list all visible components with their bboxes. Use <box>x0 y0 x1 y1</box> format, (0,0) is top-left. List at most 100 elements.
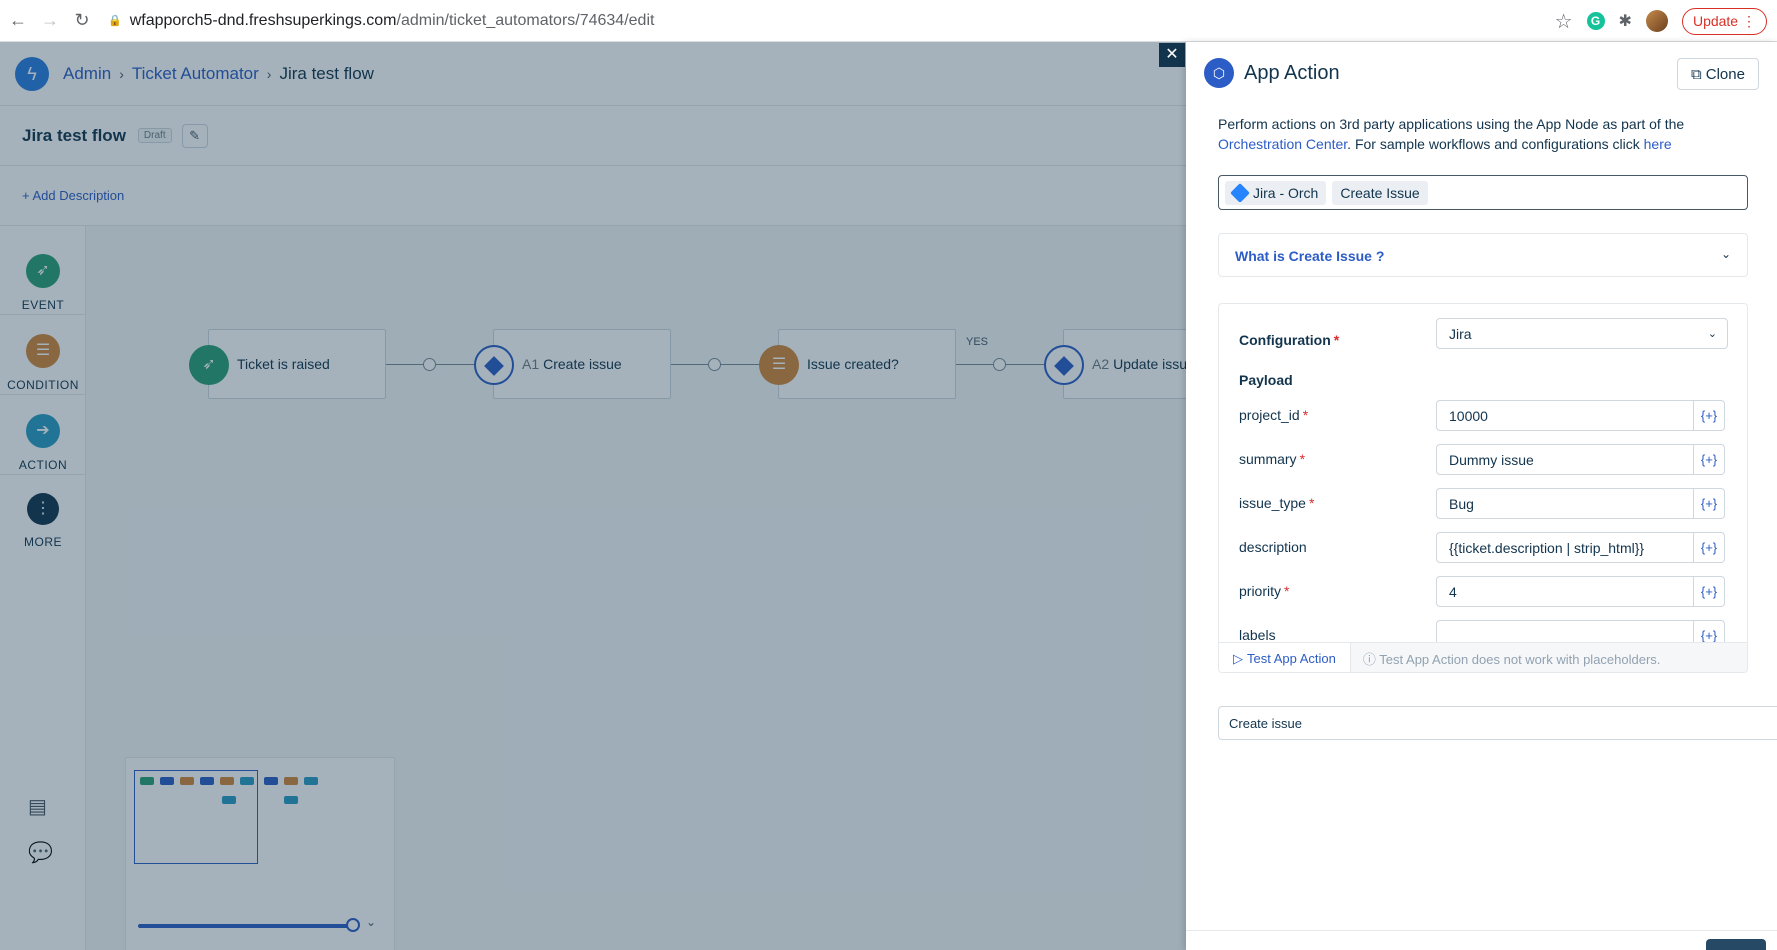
placeholder-button[interactable]: {+} <box>1693 488 1725 519</box>
flow-node-condition[interactable]: ☰ Issue created? <box>759 329 956 399</box>
event-icon: ➶ <box>26 254 60 288</box>
guide-icon[interactable]: ▤ <box>28 794 47 819</box>
app-action-panel: ⬡ App Action ⧉ Clone Perform actions on 3… <box>1186 42 1777 950</box>
orchestration-center-link[interactable]: Orchestration Center <box>1218 136 1347 152</box>
info-icon: ⓘ <box>1362 652 1380 667</box>
breadcrumb-admin[interactable]: Admin <box>63 64 111 84</box>
divider <box>0 314 86 315</box>
placeholder-button[interactable]: {+} <box>1693 532 1725 563</box>
test-action-bar: ▷ Test App Action ⓘ Test App Action does … <box>1219 642 1747 672</box>
action-chip[interactable]: Create Issue <box>1332 180 1428 205</box>
add-description-link[interactable]: + Add Description <box>22 188 124 203</box>
configuration-value: Jira <box>1449 326 1472 342</box>
configuration-section: Configuration * Jira ⌄ Payload project_id *… <box>1218 303 1748 673</box>
panel-footer <box>1186 930 1777 950</box>
pencil-icon: ✎ <box>189 127 201 143</box>
minimap-node <box>200 777 214 785</box>
palette-condition[interactable]: ☰ CONDITION <box>0 334 86 392</box>
placeholder-button[interactable]: {+} <box>1693 444 1725 475</box>
breadcrumb: Admin › Ticket Automator › Jira test flo… <box>63 64 374 84</box>
field-label-issue-type: issue_type * <box>1239 495 1314 511</box>
minimap-node <box>220 777 234 785</box>
reload-icon[interactable]: ↻ <box>68 10 96 31</box>
connector-handle[interactable] <box>993 358 1006 371</box>
jira-icon <box>474 345 514 385</box>
palette-event-label: EVENT <box>21 298 65 312</box>
field-label-project-id: project_id * <box>1239 407 1308 423</box>
clone-button[interactable]: ⧉ Clone <box>1677 58 1759 90</box>
priority-input[interactable]: 4 <box>1436 576 1694 607</box>
condition-icon: ☰ <box>26 334 60 368</box>
chevron-down-icon[interactable]: ⌄ <box>366 915 376 929</box>
zoom-slider-handle[interactable] <box>346 918 360 932</box>
configuration-select[interactable]: Jira ⌄ <box>1436 318 1728 349</box>
back-icon[interactable]: ← <box>4 10 32 31</box>
required-marker: * <box>1284 583 1290 599</box>
panel-title: App Action <box>1244 62 1340 84</box>
chevron-down-icon: ⌄ <box>1720 247 1731 261</box>
url-host: wfapporch5-dnd.freshsuperkings.com <box>129 11 397 29</box>
edit-title-button[interactable]: ✎ <box>181 123 208 148</box>
flow-node-action-a1[interactable]: A1 Create issue <box>474 329 671 399</box>
app-action-select[interactable]: Jira - Orch Create Issue <box>1218 175 1748 210</box>
freshdesk-logo-icon[interactable]: ϟ <box>15 56 49 91</box>
update-button[interactable]: Update ⋮ <box>1681 7 1767 35</box>
description-input[interactable]: {{ticket.description | strip_html}} <box>1436 532 1694 563</box>
test-app-action-button[interactable]: ▷ Test App Action <box>1219 642 1351 672</box>
flow-node-event[interactable]: ➶ Ticket is raised <box>189 329 386 399</box>
test-note: ⓘ Test App Action does not work with pla… <box>1363 649 1661 668</box>
breadcrumb-current: Jira test flow <box>279 63 374 83</box>
branch-label: YES <box>966 336 989 348</box>
required-marker: * <box>1333 332 1340 348</box>
grammarly-icon[interactable]: G <box>1586 12 1605 30</box>
connector-handle[interactable] <box>423 358 436 371</box>
save-button[interactable] <box>1706 939 1766 950</box>
minimap-node <box>284 796 298 804</box>
profile-avatar[interactable] <box>1645 10 1668 32</box>
breadcrumb-ticket-automator[interactable]: Ticket Automator <box>132 64 259 84</box>
issue-type-input[interactable]: Bug <box>1436 488 1694 519</box>
app-cube-icon: ⬡ <box>1204 58 1234 88</box>
minimap-node <box>160 777 174 785</box>
field-label-text: labels <box>1239 627 1276 643</box>
node-name-input[interactable]: Create issue <box>1218 706 1777 740</box>
action-chip-label: Create Issue <box>1340 184 1420 201</box>
placeholder-button[interactable]: {+} <box>1693 400 1725 431</box>
configuration-label-text: Configuration <box>1239 332 1331 348</box>
forward-icon[interactable]: → <box>36 10 64 31</box>
field-label-text: description <box>1239 539 1307 555</box>
field-label-labels: labels <box>1239 627 1279 643</box>
address-bar[interactable]: wfapporch5-dnd.freshsuperkings.com/admin… <box>130 12 655 30</box>
zoom-slider-track[interactable] <box>138 924 353 928</box>
lock-icon[interactable]: 🔒 <box>108 14 122 27</box>
required-marker: * <box>1299 451 1306 467</box>
app-chip[interactable]: Jira - Orch <box>1225 180 1327 205</box>
minimap-node <box>180 777 194 785</box>
project-id-input[interactable]: 10000 <box>1436 400 1694 431</box>
chevron-right-icon: › <box>266 65 272 82</box>
configuration-label: Configuration * <box>1239 332 1339 348</box>
here-link[interactable]: here <box>1644 136 1672 152</box>
what-is-accordion[interactable]: What is Create Issue ? ⌄ <box>1218 233 1748 277</box>
placeholder-button[interactable]: {+} <box>1693 576 1725 607</box>
palette-action[interactable]: ➔ ACTION <box>0 414 86 472</box>
close-panel-button[interactable]: ✕ <box>1159 43 1185 67</box>
url-path: /admin/ticket_automators/74634/edit <box>396 11 655 29</box>
field-label-description: description <box>1239 539 1310 555</box>
chat-icon[interactable]: 💬 <box>28 840 53 865</box>
palette-more[interactable]: ⋮ MORE <box>0 493 86 549</box>
palette-event[interactable]: ➶ EVENT <box>0 254 86 312</box>
minimap[interactable]: ⌄ <box>125 757 395 950</box>
minimap-node <box>140 777 154 785</box>
minimap-node <box>222 796 236 804</box>
bookmark-star-icon[interactable]: ☆ <box>1555 9 1573 34</box>
field-label-priority: priority * <box>1239 583 1289 599</box>
summary-input[interactable]: Dummy issue <box>1436 444 1694 475</box>
required-marker: * <box>1308 495 1315 511</box>
browser-toolbar: ← → ↻ 🔒 wfapporch5-dnd.freshsuperkings.c… <box>0 0 1777 42</box>
extensions-icon[interactable]: ✱ <box>1619 11 1632 31</box>
browser-actions: ☆ G ✱ Update ⋮ <box>1555 0 1777 42</box>
app-chip-label: Jira - Orch <box>1253 184 1319 201</box>
jira-icon <box>1044 345 1084 385</box>
connector-handle[interactable] <box>708 358 721 371</box>
